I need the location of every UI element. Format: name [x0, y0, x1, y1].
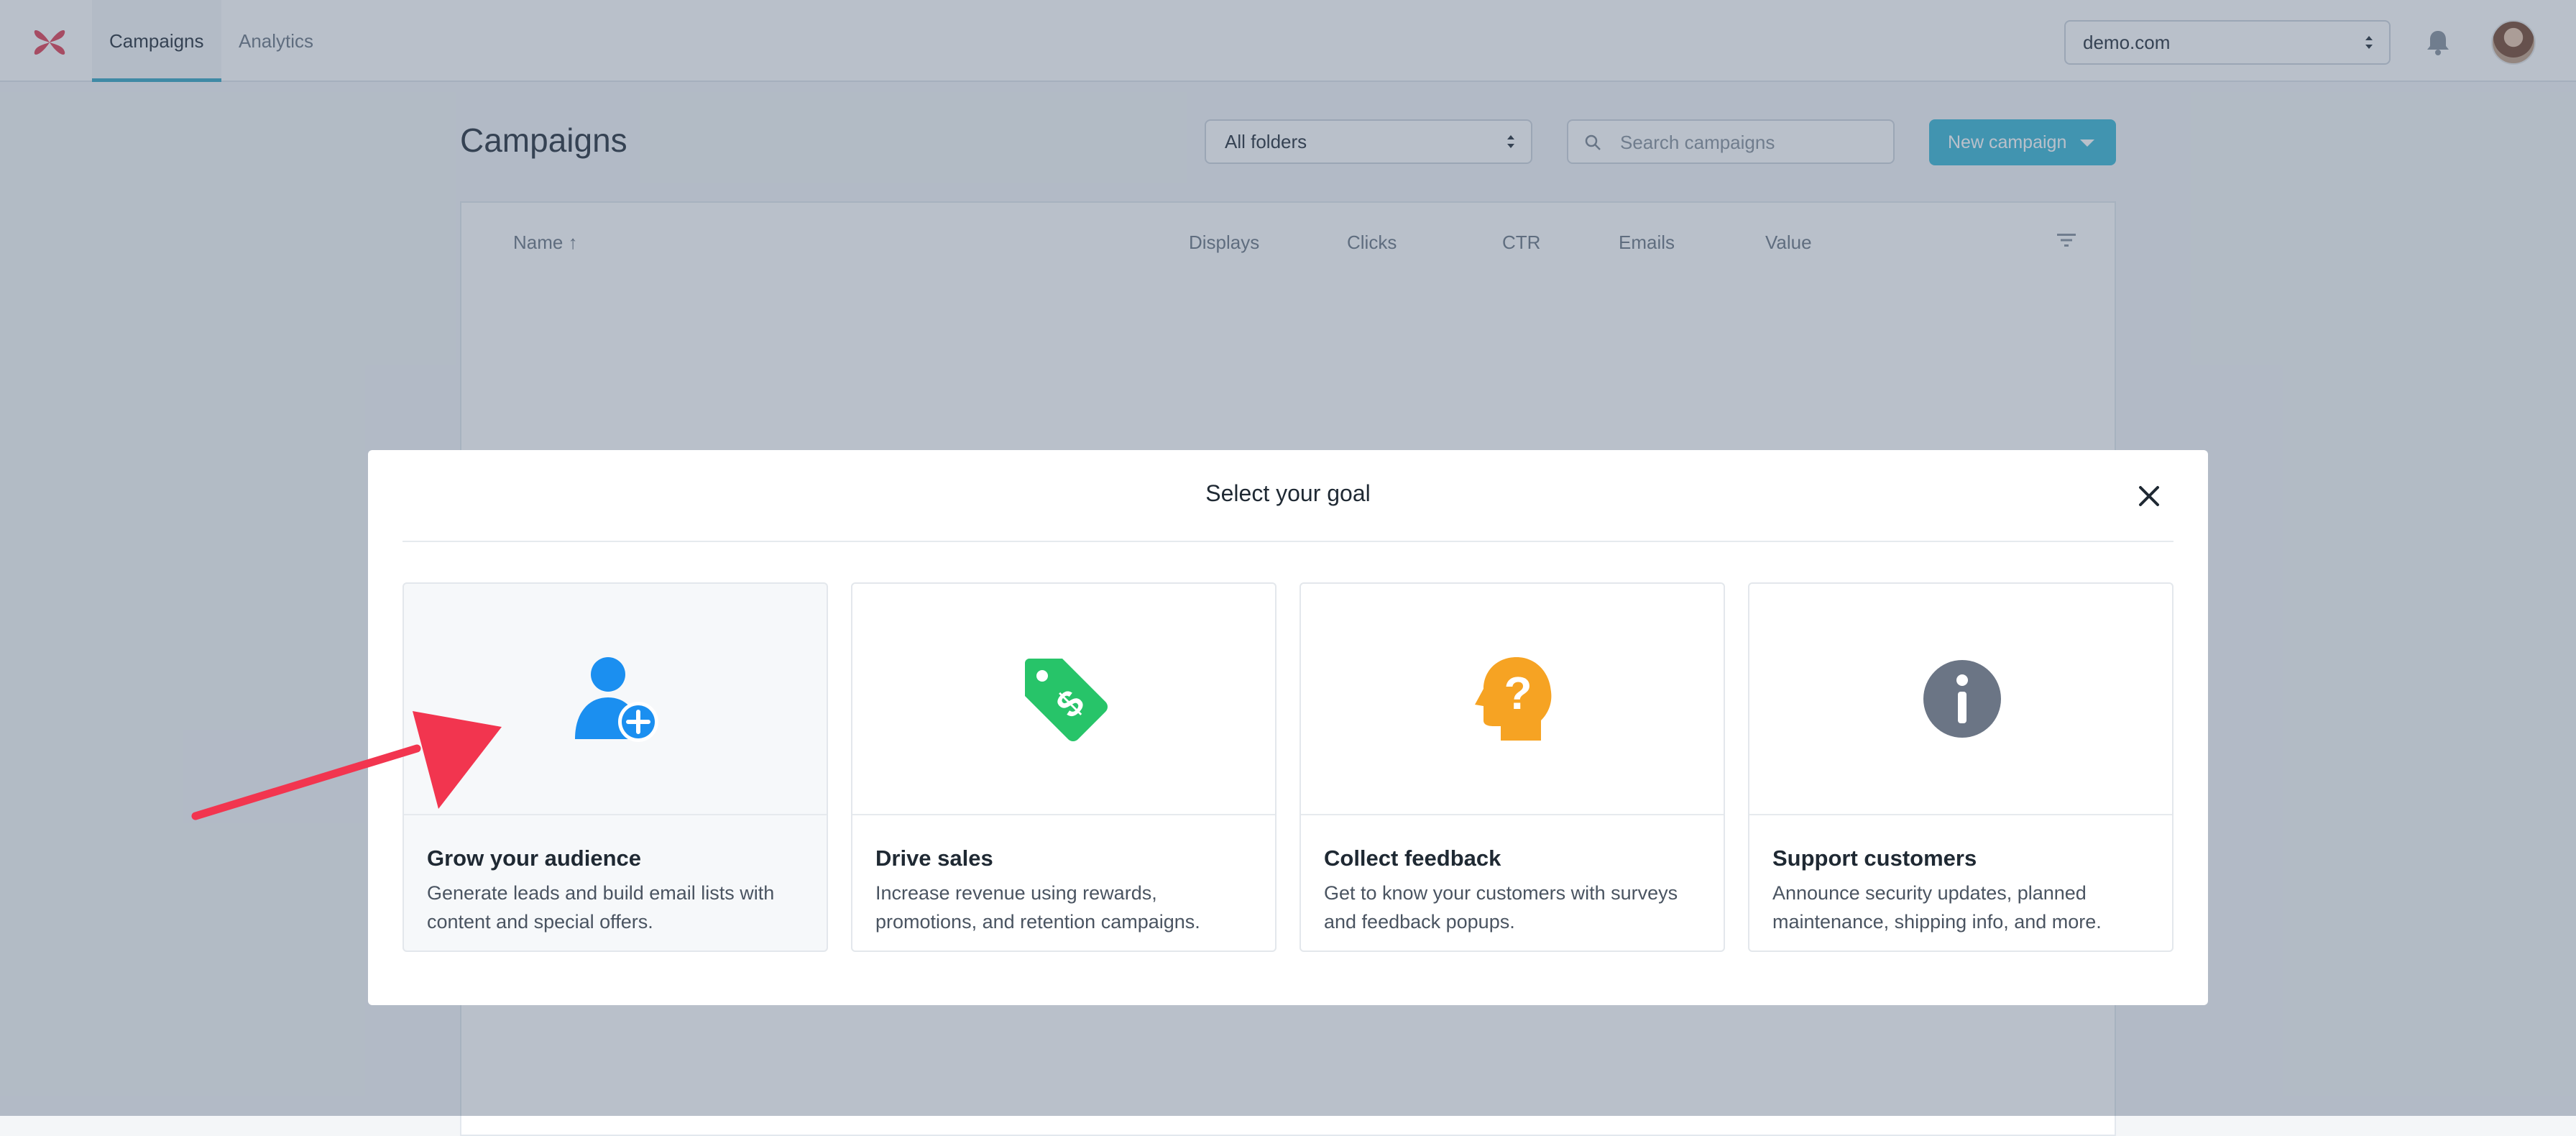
price-tag-icon: $	[1025, 659, 1108, 741]
goal-card-grow-audience[interactable]: Grow your audience Generate leads and bu…	[402, 582, 828, 952]
info-icon	[1923, 660, 2001, 738]
goal-card-collect-feedback[interactable]: ? Collect feedback Get to know your cust…	[1300, 582, 1725, 952]
goal-description: Generate leads and build email lists wit…	[427, 882, 775, 933]
goal-icon-area	[404, 584, 827, 815]
modal-title: Select your goal	[1205, 480, 1371, 506]
user-plus-icon	[575, 657, 658, 742]
goal-description: Get to know your customers with surveys …	[1324, 882, 1678, 933]
goal-icon-area: $	[852, 584, 1275, 815]
goal-description: Increase revenue using rewards, promotio…	[875, 882, 1200, 933]
goal-description: Announce security updates, planned maint…	[1772, 882, 2102, 933]
goal-title: Grow your audience	[427, 846, 642, 871]
close-icon[interactable]	[2135, 482, 2163, 510]
goal-card-drive-sales[interactable]: $ Drive sales Increase revenue using rew…	[851, 582, 1276, 952]
head-question-icon: ?	[1475, 657, 1552, 741]
goal-title: Drive sales	[875, 846, 993, 871]
goal-title: Support customers	[1772, 846, 1977, 871]
goal-card-support-customers[interactable]: Support customers Announce security upda…	[1748, 582, 2174, 952]
select-goal-modal: Select your goal Grow your audience Gene…	[368, 450, 2208, 1005]
svg-text:?: ?	[1504, 667, 1532, 719]
goal-icon-area	[1749, 584, 2172, 815]
goal-icon-area: ?	[1301, 584, 1724, 815]
goal-title: Collect feedback	[1324, 846, 1501, 871]
divider	[402, 541, 2174, 542]
